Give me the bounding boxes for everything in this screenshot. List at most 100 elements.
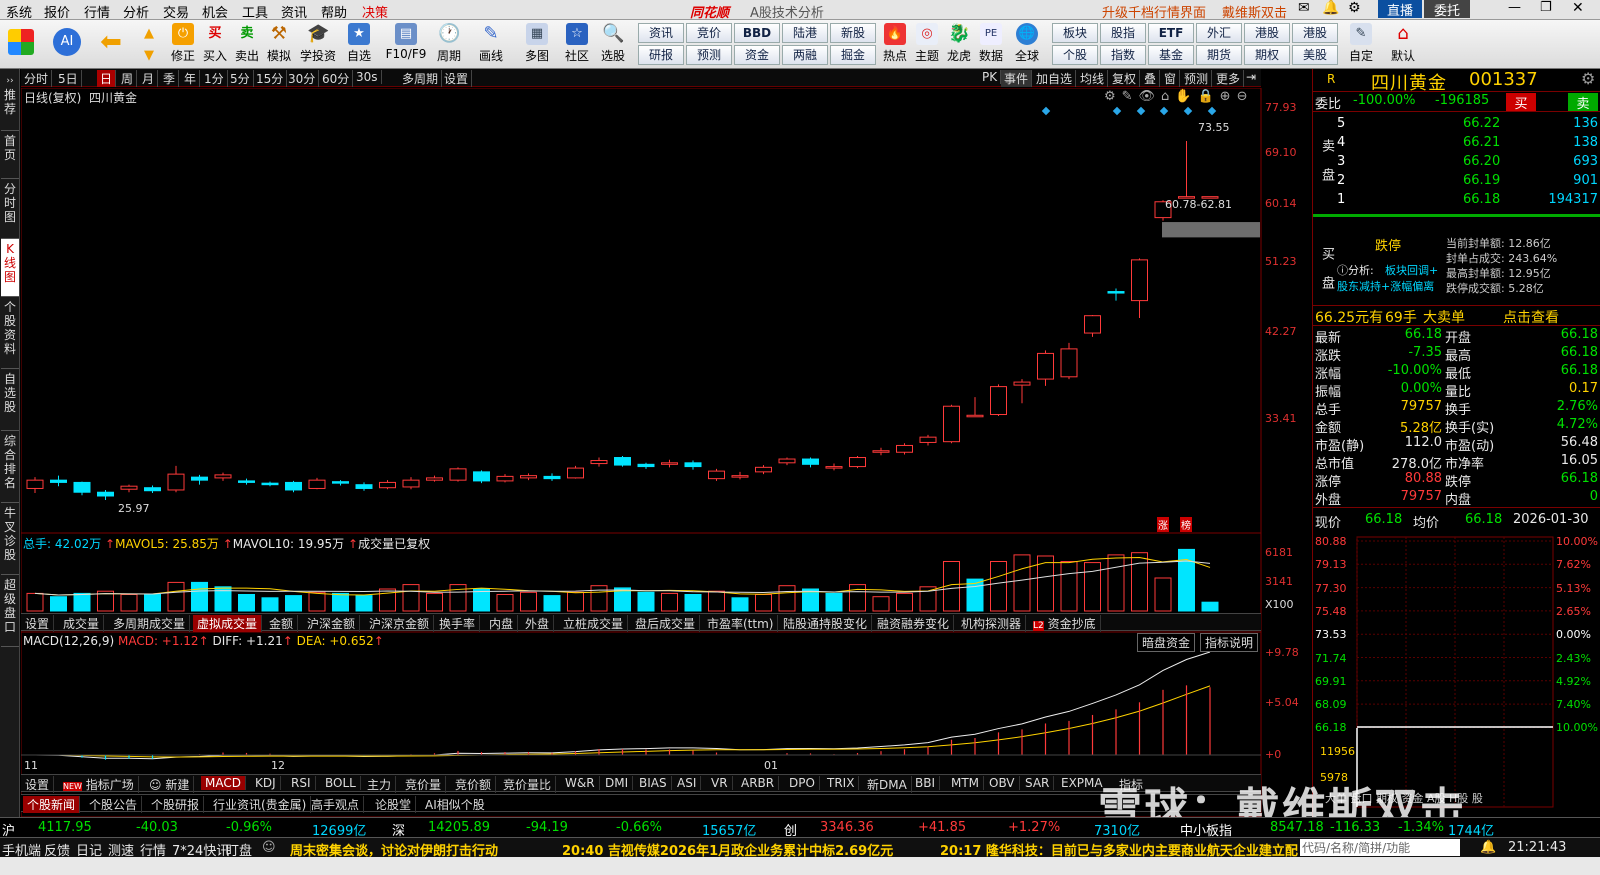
ind-tab[interactable]: W&R — [561, 776, 600, 790]
news-tab[interactable]: AI相似个股 — [421, 796, 489, 813]
vol-tab[interactable]: 机构探测器 — [957, 615, 1027, 632]
more-button[interactable]: 更多 — [1213, 70, 1245, 87]
toolbar-data-button[interactable]: PE 数据 — [974, 23, 1008, 67]
period-5min[interactable]: 5分 — [227, 70, 254, 87]
ind-tab[interactable]: 主力 — [363, 776, 397, 793]
quick-etf-button[interactable]: ETF — [1148, 23, 1194, 43]
period-multi[interactable]: 多周期 — [399, 70, 443, 87]
toolbar-screener-button[interactable]: 🔍 选股 — [596, 23, 630, 67]
ind-tab[interactable]: ☺ 新建 — [145, 776, 195, 793]
ind-tab[interactable]: TRIX — [823, 776, 860, 790]
bell-icon[interactable]: 🔔 — [1322, 0, 1339, 16]
quick-forecast-button[interactable]: 预测 — [686, 45, 732, 65]
buy-button[interactable]: 买 — [1506, 93, 1536, 112]
toolbar-multichart-button[interactable]: ▦ 多图 — [520, 23, 554, 67]
vol-tab[interactable]: 陆股通持股变化 — [779, 615, 873, 632]
quick-hkconnect-button[interactable]: 陆港 — [782, 23, 828, 43]
ind-tab[interactable]: 竞价量比 — [499, 776, 557, 793]
pk-button[interactable]: PK — [979, 70, 1002, 84]
menu-tools[interactable]: 工具 — [242, 2, 268, 21]
vol-tab[interactable]: 市盈率(ttm) — [703, 615, 779, 632]
vol-tab[interactable]: 成交量 — [59, 615, 105, 632]
promo-davis-link[interactable]: 戴维斯双击 — [1222, 2, 1287, 21]
period-quarter[interactable]: 季 — [160, 70, 180, 87]
ai-assistant-icon[interactable]: AI — [50, 23, 84, 67]
quick-fund-flow-button[interactable]: 资金 — [734, 45, 780, 65]
ind-tab[interactable]: 竞价量 — [401, 776, 447, 793]
analysis-text-1[interactable]: 板块回调+ — [1385, 262, 1438, 278]
chart-tool-icons[interactable]: ⚙✎👁⌂✋🔒⊕⊖ — [1104, 89, 1253, 104]
window-button[interactable]: 窗 — [1161, 70, 1181, 87]
index-ticker-cell[interactable]: -1.34% — [1398, 820, 1444, 835]
quick-futures-button[interactable]: 期货 — [1196, 45, 1242, 65]
quick-fx-button[interactable]: 港股 — [1244, 23, 1290, 43]
index-ticker-cell[interactable]: +41.85 — [918, 820, 966, 835]
big-order-link[interactable]: 点击查看 — [1503, 307, 1559, 327]
dark-fund-button[interactable]: 暗盘资金 — [1137, 633, 1196, 652]
ind-tab[interactable]: ARBR — [737, 776, 780, 790]
index-ticker-cell[interactable]: 4117.95 — [38, 820, 92, 835]
toolbar-watchlist-button[interactable]: ★ 自选 — [342, 23, 376, 67]
toolbar-f10-button[interactable]: ▤ F10/F9 — [384, 23, 428, 67]
toolbar-period-button[interactable]: 🕐 周期 — [432, 23, 466, 67]
lefttab-kline[interactable]: K线图 — [1, 239, 19, 297]
quick-stockindex-button[interactable]: 股指 — [1100, 23, 1146, 43]
ind-tab[interactable]: ASI — [673, 776, 702, 790]
search-input[interactable]: 代码/名称/简拼/功能 — [1300, 839, 1460, 856]
toolbar-fix-button[interactable]: ⏻ 修正 — [166, 23, 200, 67]
index-ticker-cell[interactable]: -94.19 — [526, 820, 568, 835]
index-ticker-cell[interactable]: -116.33 — [1330, 820, 1380, 835]
ind-tab[interactable]: BOLL — [321, 776, 361, 790]
menu-market[interactable]: 行情 — [84, 2, 110, 21]
ind-tab[interactable]: DMI — [601, 776, 634, 790]
index-ticker-cell[interactable]: -40.03 — [136, 820, 178, 835]
quick-ipo-button[interactable]: 新股 — [830, 23, 876, 43]
entrust-button[interactable]: 委托 — [1424, 0, 1470, 19]
toolbar-sell-button[interactable]: 卖卖出 — [230, 23, 264, 67]
analysis-text-2[interactable]: 股东减持+涨幅偏离 — [1337, 278, 1434, 294]
lefttab-intraday[interactable]: 分时图 — [1, 179, 19, 239]
period-settings[interactable]: 设置 — [441, 70, 473, 87]
mail-icon[interactable]: ✉ — [1298, 0, 1310, 16]
ma-button[interactable]: 均线 — [1077, 70, 1109, 87]
vol-tab[interactable]: 沪深金额 — [303, 615, 361, 632]
sell-button[interactable]: 卖 — [1568, 93, 1598, 112]
scroll-arrows-icon[interactable]: ▲ ▼ — [138, 23, 160, 67]
ind-tab[interactable]: SAR — [1021, 776, 1055, 790]
menu-opportunity[interactable]: 机会 — [202, 2, 228, 21]
period-15min[interactable]: 15分 — [253, 70, 288, 87]
vol-tab[interactable]: 虚拟成交量 — [193, 615, 263, 632]
vol-tab[interactable]: 盘后成交量 — [631, 615, 701, 632]
kline-chart[interactable] — [21, 88, 1311, 817]
vol-tab[interactable]: L2 资金抄底 — [1029, 615, 1101, 632]
close-icon[interactable]: ✕ — [1572, 0, 1584, 16]
live-button[interactable]: 直播 — [1378, 0, 1422, 19]
vol-tab[interactable]: 多周期成交量 — [109, 615, 191, 632]
period-30min[interactable]: 30分 — [285, 70, 320, 87]
vol-tab[interactable]: 内盘 — [485, 615, 519, 632]
news-tab[interactable]: 个股公告 — [85, 796, 143, 813]
period-day[interactable]: 日 — [97, 70, 117, 87]
index-ticker-cell[interactable]: 3346.36 — [820, 820, 874, 835]
promo-upgrade-link[interactable]: 升级千档行情界面 — [1102, 2, 1206, 21]
quick-bond-button[interactable]: 外汇 — [1196, 23, 1242, 43]
period-30s[interactable]: 30s — [353, 70, 382, 84]
panel-settings-icon[interactable]: ⚙ — [1581, 69, 1595, 88]
period-intraday[interactable]: 分时 — [21, 70, 53, 87]
news-tab[interactable]: 高手观点 — [307, 796, 365, 813]
add-watchlist-button[interactable]: 加自选 — [1033, 70, 1077, 87]
lefttab-diagnose[interactable]: 牛叉诊股 — [1, 503, 19, 575]
quick-hk-button[interactable]: 港股 — [1292, 23, 1338, 43]
layout-icon[interactable] — [6, 23, 36, 67]
news-tab[interactable]: 行业资讯(贵金属) — [209, 796, 312, 813]
toolbar-default-button[interactable]: ⌂ 默认 — [1386, 23, 1420, 67]
ind-tab[interactable]: 新DMA — [863, 776, 912, 793]
quick-auction-button[interactable]: 竞价 — [686, 23, 732, 43]
ind-tab[interactable]: RSI — [287, 776, 316, 790]
period-5day[interactable]: 5日 — [55, 70, 82, 87]
vol-tab[interactable]: 融资融券变化 — [873, 615, 955, 632]
menu-analysis[interactable]: 分析 — [123, 2, 149, 21]
index-ticker-cell[interactable]: -0.96% — [226, 820, 272, 835]
quick-options-button[interactable]: 期权 — [1244, 45, 1290, 65]
toolbar-simulate-button[interactable]: ⚒ 模拟 — [262, 23, 296, 67]
